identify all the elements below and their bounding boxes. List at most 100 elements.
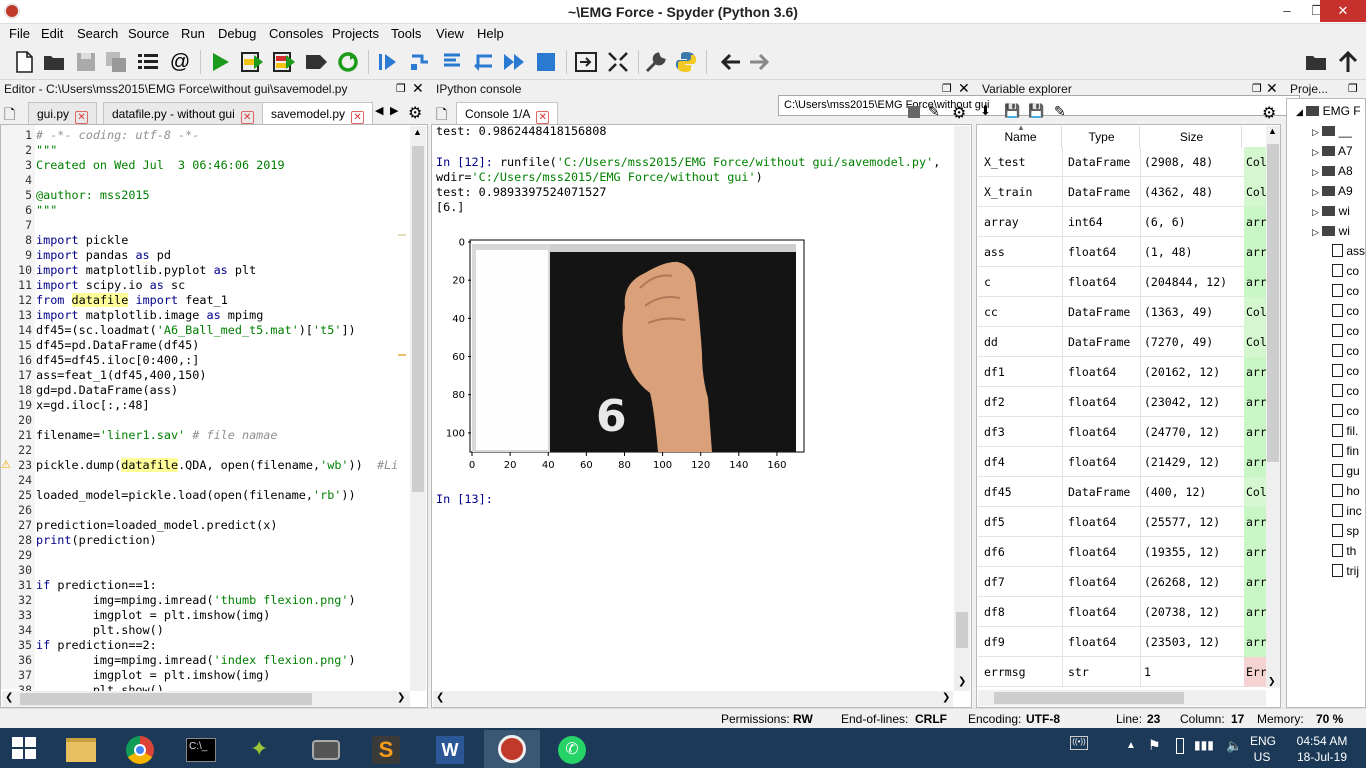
console-vscrollbar[interactable] bbox=[954, 126, 970, 691]
back-arrow-icon[interactable] bbox=[718, 50, 742, 74]
camera-icon[interactable] bbox=[300, 730, 352, 768]
forward-arrow-icon[interactable] bbox=[748, 50, 772, 74]
tree-folder[interactable]: ▷ A9 bbox=[1312, 184, 1353, 198]
tree-file[interactable]: inc bbox=[1332, 504, 1362, 518]
tab-close-icon[interactable]: ✕ bbox=[240, 111, 254, 124]
run-selection-icon[interactable] bbox=[304, 50, 328, 74]
variable-row[interactable]: ass float64 (1, 48) arr bbox=[978, 237, 1267, 267]
undock-icon[interactable]: ❐ bbox=[1252, 82, 1262, 95]
tree-folder[interactable]: ▷ wi bbox=[1312, 224, 1350, 238]
fullscreen-icon[interactable] bbox=[606, 50, 630, 74]
debug-icon[interactable] bbox=[376, 50, 400, 74]
save-all-icon[interactable] bbox=[104, 50, 128, 74]
variable-row[interactable]: df2 float64 (23042, 12) arr bbox=[978, 387, 1267, 417]
tab-gui-py[interactable]: gui.py ✕ bbox=[28, 102, 98, 124]
editor-vscroll-thumb[interactable] bbox=[412, 146, 424, 492]
scroll-up-icon[interactable]: ▲ bbox=[1268, 126, 1277, 136]
variable-row[interactable]: df3 float64 (24770, 12) arr bbox=[978, 417, 1267, 447]
step-return-icon[interactable] bbox=[472, 50, 496, 74]
terminal-icon[interactable]: C:\_ bbox=[174, 730, 226, 768]
save-icon[interactable] bbox=[74, 50, 98, 74]
close-pane-icon[interactable]: ✕ bbox=[1266, 80, 1278, 97]
console-hscrollbar[interactable] bbox=[433, 691, 953, 707]
menu-debug[interactable]: Debug bbox=[218, 26, 256, 41]
gear-icon[interactable]: ⚙ bbox=[1262, 103, 1276, 123]
browse-tabs-icon[interactable]: 🗋 bbox=[4, 104, 24, 124]
tab-close-icon[interactable]: ✕ bbox=[351, 111, 365, 124]
menu-projects[interactable]: Projects bbox=[332, 26, 379, 41]
stop-console-icon[interactable] bbox=[908, 106, 920, 118]
variable-row[interactable]: X_train DataFrame (4362, 48) Col bbox=[978, 177, 1267, 207]
undock-icon[interactable]: ❐ bbox=[1348, 82, 1358, 95]
android-icon[interactable]: ✦ bbox=[234, 730, 286, 768]
tab-close-icon[interactable]: ✕ bbox=[75, 111, 89, 124]
scroll-right-icon[interactable]: ❯ bbox=[942, 692, 950, 703]
save-as-icon[interactable]: 💾 bbox=[1028, 103, 1044, 119]
menu-file[interactable]: File bbox=[9, 26, 30, 41]
console-vscroll-thumb[interactable] bbox=[956, 612, 968, 648]
variable-row[interactable]: cc DataFrame (1363, 49) Col bbox=[978, 297, 1267, 327]
menu-run[interactable]: Run bbox=[181, 26, 205, 41]
variable-row[interactable]: c float64 (204844, 12) arr bbox=[978, 267, 1267, 297]
header-size[interactable]: Size bbox=[1142, 126, 1242, 148]
clear-console-icon[interactable]: ✎ bbox=[928, 103, 940, 120]
word-icon[interactable]: W bbox=[424, 730, 476, 768]
gear-icon[interactable]: ⚙ bbox=[408, 103, 422, 123]
tree-file[interactable]: sp bbox=[1332, 524, 1359, 538]
scroll-down-icon[interactable]: ❯ bbox=[958, 676, 966, 687]
keyboard-label[interactable]: US bbox=[1250, 750, 1274, 764]
gear-icon[interactable]: ⚙ bbox=[952, 103, 966, 123]
tree-file[interactable]: th bbox=[1332, 544, 1356, 558]
variable-row[interactable]: X_test DataFrame (2908, 48) Col bbox=[978, 147, 1267, 177]
tree-file[interactable]: fin bbox=[1332, 444, 1359, 458]
menu-edit[interactable]: Edit bbox=[41, 26, 63, 41]
variable-row[interactable]: df4 float64 (21429, 12) arr bbox=[978, 447, 1267, 477]
minimize-icon[interactable]: – bbox=[1272, 0, 1302, 22]
variable-row[interactable]: df45 DataFrame (400, 12) Col bbox=[978, 477, 1267, 507]
clock-date[interactable]: 18-Jul-19 bbox=[1284, 750, 1360, 764]
at-sign-icon[interactable]: @ bbox=[168, 50, 192, 74]
tree-file[interactable]: co bbox=[1332, 404, 1359, 418]
variable-row[interactable]: array int64 (6, 6) arr bbox=[978, 207, 1267, 237]
language-label[interactable]: ENG bbox=[1250, 734, 1276, 748]
tray-chevron-icon[interactable]: ▲ bbox=[1126, 740, 1136, 751]
scroll-left-icon[interactable]: ❮ bbox=[5, 692, 13, 703]
menu-source[interactable]: Source bbox=[128, 26, 169, 41]
tree-file[interactable]: ass bbox=[1332, 244, 1365, 258]
tree-file[interactable]: co bbox=[1332, 264, 1359, 278]
scroll-down-icon[interactable]: ❯ bbox=[1268, 676, 1276, 687]
close-icon[interactable]: ✕ bbox=[1320, 0, 1366, 22]
menu-help[interactable]: Help bbox=[477, 26, 504, 41]
tab-savemodel-py[interactable]: savemodel.py ✕ bbox=[262, 102, 374, 124]
tree-file[interactable]: ho bbox=[1332, 484, 1360, 498]
stop-icon[interactable] bbox=[534, 50, 558, 74]
tree-file[interactable]: gu bbox=[1332, 464, 1360, 478]
tree-file[interactable]: co bbox=[1332, 344, 1359, 358]
tree-file[interactable]: co bbox=[1332, 364, 1359, 378]
tab-scroll-left-icon[interactable]: ◀ bbox=[375, 104, 383, 117]
variable-row[interactable]: df1 float64 (20162, 12) arr bbox=[978, 357, 1267, 387]
tab-scroll-right-icon[interactable]: ▶ bbox=[390, 104, 398, 117]
tree-file[interactable]: co bbox=[1332, 324, 1359, 338]
undock-icon[interactable]: ❐ bbox=[942, 82, 952, 95]
browse-folder-icon[interactable] bbox=[1304, 50, 1328, 74]
open-folder-icon[interactable] bbox=[42, 50, 66, 74]
tab-console-1a[interactable]: Console 1/A ✕ bbox=[456, 102, 559, 124]
file-explorer-icon[interactable] bbox=[54, 730, 106, 768]
signal-icon[interactable]: ▮▮▮ bbox=[1194, 738, 1214, 752]
remove-all-icon[interactable]: ✎ bbox=[1054, 103, 1066, 120]
console-prompt-13[interactable]: In [13]: bbox=[436, 492, 493, 507]
run-icon[interactable] bbox=[208, 50, 232, 74]
variable-row[interactable]: errmsg str 1 Err bbox=[978, 657, 1267, 687]
tree-folder[interactable]: ▷ wi bbox=[1312, 204, 1350, 218]
scroll-right-icon[interactable]: ❯ bbox=[397, 692, 405, 703]
python-path-icon[interactable] bbox=[674, 50, 698, 74]
scroll-up-icon[interactable]: ▲ bbox=[413, 127, 422, 137]
tree-file[interactable]: trij bbox=[1332, 564, 1359, 578]
tree-folder[interactable]: ▷ A7 bbox=[1312, 144, 1353, 158]
tab-close-icon[interactable]: ✕ bbox=[536, 111, 550, 124]
menu-search[interactable]: Search bbox=[77, 26, 118, 41]
run-cell-advance-icon[interactable] bbox=[272, 50, 296, 74]
windows-start-icon[interactable] bbox=[12, 737, 36, 759]
tree-root[interactable]: ◢ EMG F bbox=[1296, 104, 1361, 118]
